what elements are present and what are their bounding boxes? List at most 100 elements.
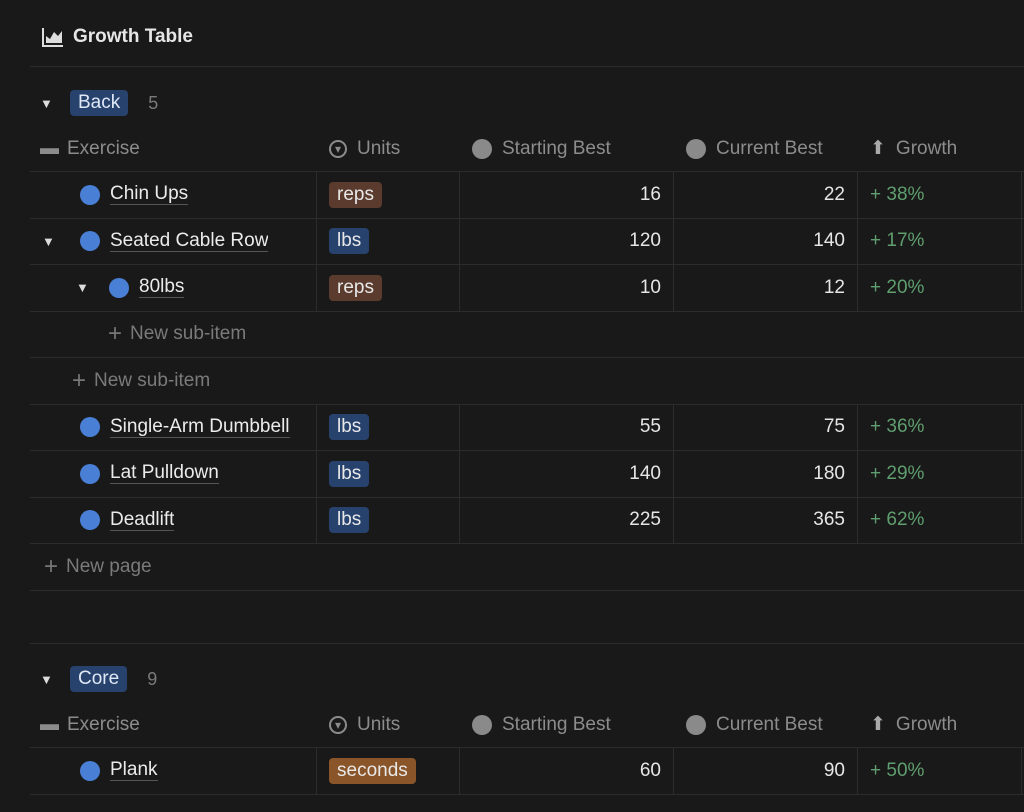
- units-cell[interactable]: lbs: [317, 404, 460, 450]
- unit-tag: lbs: [329, 507, 370, 534]
- number-icon: [472, 138, 492, 159]
- units-cell[interactable]: lbs: [317, 451, 460, 497]
- table-row[interactable]: ▼ Seated Cable Row lbs 120 140 + 17%: [30, 218, 1024, 265]
- collapse-toggle-icon[interactable]: ▼: [40, 672, 58, 687]
- starting-best-cell[interactable]: 225: [460, 497, 674, 543]
- page-icon: [80, 760, 100, 781]
- number-icon: [686, 714, 706, 735]
- column-header-starting[interactable]: Starting Best: [460, 126, 674, 171]
- select-icon: ▾: [329, 139, 347, 158]
- table-row[interactable]: ▼ 80lbs reps 10 12 + 20%: [30, 265, 1024, 312]
- starting-best-cell[interactable]: 60: [460, 748, 674, 794]
- expand-toggle-icon[interactable]: ▼: [42, 234, 80, 249]
- growth-cell: + 20%: [858, 265, 1022, 311]
- page-icon: [109, 277, 129, 298]
- page-icon: [80, 463, 100, 484]
- starting-best-cell[interactable]: 16: [460, 172, 674, 218]
- exercise-name[interactable]: Plank: [110, 760, 158, 782]
- dumbbell-icon: ▬: [40, 713, 59, 735]
- group-header[interactable]: ▼ Core 9: [30, 656, 1024, 702]
- growth-cell: + 29%: [858, 451, 1022, 497]
- current-best-cell[interactable]: 180: [674, 451, 858, 497]
- units-cell[interactable]: lbs: [317, 218, 460, 264]
- arrow-up-icon: ⬆: [870, 714, 886, 735]
- growth-cell: + 17%: [858, 218, 1022, 264]
- new-sub-item-button[interactable]: + New sub-item: [30, 358, 1024, 405]
- group-tag: Core: [70, 666, 128, 692]
- growth-cell: + 38%: [858, 172, 1022, 218]
- current-best-cell[interactable]: 75: [674, 404, 858, 450]
- table-row[interactable]: Deadlift lbs 225 365 + 62%: [30, 497, 1024, 544]
- column-headers: ▬ Exercise ▾ Units Starting Best Current Best…: [30, 702, 1024, 748]
- new-label: New sub-item: [94, 369, 211, 391]
- current-best-cell[interactable]: 365: [674, 497, 858, 543]
- exercise-cell[interactable]: Single-Arm Dumbbell: [30, 404, 317, 450]
- exercise-name[interactable]: Single-Arm Dumbbell: [110, 417, 290, 438]
- unit-tag: lbs: [329, 228, 370, 255]
- column-header-growth[interactable]: ⬆ Growth: [858, 126, 1022, 171]
- exercise-name[interactable]: Lat Pulldown: [110, 463, 219, 485]
- exercise-name[interactable]: Deadlift: [110, 510, 175, 531]
- exercise-name[interactable]: Chin Ups: [110, 184, 189, 206]
- new-page-button[interactable]: + New page: [30, 544, 1024, 591]
- exercise-cell[interactable]: Chin Ups: [30, 172, 317, 218]
- group-header[interactable]: ▼ Back 5: [30, 80, 1024, 126]
- column-header-units[interactable]: ▾ Units: [317, 702, 460, 747]
- number-icon: [686, 138, 706, 159]
- table-row[interactable]: Single-Arm Dumbbell lbs 55 75 + 36%: [30, 404, 1024, 451]
- growth-cell: + 50%: [858, 748, 1022, 794]
- column-header-exercise[interactable]: ▬ Exercise: [30, 126, 317, 171]
- exercise-cell[interactable]: Deadlift: [30, 497, 317, 543]
- current-best-cell[interactable]: 22: [674, 172, 858, 218]
- column-header-label: Current Best: [716, 713, 823, 735]
- plus-icon: +: [108, 320, 123, 348]
- current-best-cell[interactable]: 12: [674, 265, 858, 311]
- units-cell[interactable]: reps: [317, 265, 460, 311]
- column-header-current[interactable]: Current Best: [674, 702, 858, 747]
- page-icon: [80, 417, 100, 438]
- exercise-name[interactable]: Seated Cable Row: [110, 231, 269, 252]
- column-header-current[interactable]: Current Best: [674, 126, 858, 171]
- current-best-cell[interactable]: 140: [674, 218, 858, 264]
- starting-best-cell[interactable]: 10: [460, 265, 674, 311]
- chart-icon: [42, 28, 63, 47]
- new-sub-item-button[interactable]: + New sub-item: [30, 312, 1024, 358]
- column-header-units[interactable]: ▾ Units: [317, 126, 460, 171]
- table-row[interactable]: Plank seconds 60 90 + 50%: [30, 748, 1024, 795]
- units-cell[interactable]: lbs: [317, 497, 460, 543]
- column-header-growth[interactable]: ⬆ Growth: [858, 702, 1022, 747]
- unit-tag: lbs: [329, 460, 370, 487]
- column-header-exercise[interactable]: ▬ Exercise: [30, 702, 317, 747]
- units-cell[interactable]: reps: [317, 172, 460, 218]
- column-header-label: Starting Best: [502, 137, 611, 159]
- unit-tag: seconds: [329, 757, 416, 784]
- page-icon: [80, 184, 100, 205]
- collapse-toggle-icon[interactable]: ▼: [40, 96, 58, 111]
- starting-best-cell[interactable]: 55: [460, 404, 674, 450]
- table-row[interactable]: Chin Ups reps 16 22 + 38%: [30, 172, 1024, 219]
- column-header-starting[interactable]: Starting Best: [460, 702, 674, 747]
- starting-best-cell[interactable]: 120: [460, 218, 674, 264]
- plus-icon: +: [44, 552, 59, 580]
- current-best-cell[interactable]: 90: [674, 748, 858, 794]
- column-headers: ▬ Exercise ▾ Units Starting Best Current Best…: [30, 126, 1024, 172]
- column-header-label: Growth: [895, 713, 958, 735]
- exercise-cell[interactable]: ▼ Seated Cable Row: [30, 218, 317, 264]
- number-icon: [472, 714, 492, 735]
- divider: [30, 643, 1024, 644]
- starting-best-cell[interactable]: 140: [460, 451, 674, 497]
- exercise-cell[interactable]: Plank: [30, 748, 317, 794]
- exercise-cell[interactable]: Lat Pulldown: [30, 451, 317, 497]
- page-icon: [80, 510, 100, 531]
- table-row[interactable]: Lat Pulldown lbs 140 180 + 29%: [30, 451, 1024, 498]
- group-count: 9: [147, 668, 158, 689]
- exercise-name[interactable]: 80lbs: [139, 277, 185, 299]
- page-icon: [80, 231, 100, 252]
- column-header-label: Exercise: [67, 713, 140, 735]
- growth-cell: + 36%: [858, 404, 1022, 450]
- units-cell[interactable]: seconds: [317, 748, 460, 794]
- group-core: ▼ Core 9 ▬ Exercise ▾ Units Starting Best Curren…: [30, 656, 1024, 795]
- expand-toggle-icon[interactable]: ▼: [76, 280, 109, 295]
- page-title: Growth Table: [73, 26, 193, 47]
- exercise-cell[interactable]: ▼ 80lbs: [30, 265, 317, 311]
